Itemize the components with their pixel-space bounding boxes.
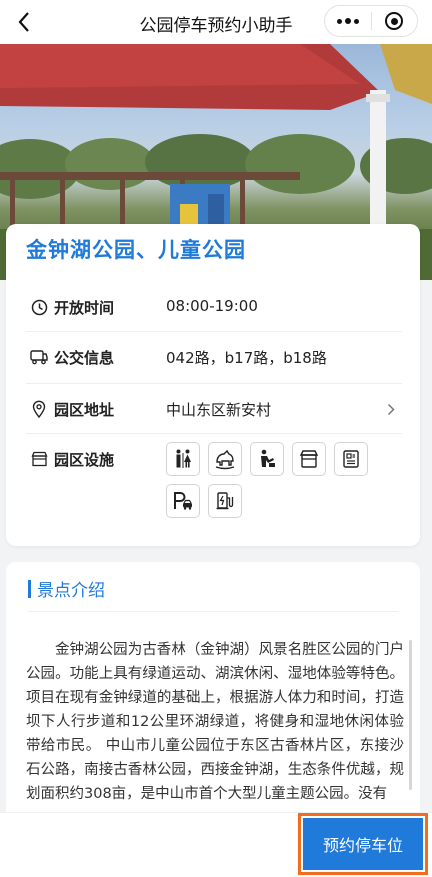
playground-icon bbox=[208, 442, 242, 476]
opening-hours-label: 开放时间 bbox=[54, 299, 115, 317]
park-address-label: 园区地址 bbox=[54, 401, 115, 419]
target-circle-icon bbox=[385, 12, 404, 30]
intro-section-header: 景点介绍 bbox=[28, 576, 105, 601]
bus-icon bbox=[30, 348, 48, 366]
park-address-row[interactable]: 园区地址 中山东区新安村 bbox=[26, 384, 402, 434]
reserve-button-highlight: 预约停车位 bbox=[298, 813, 428, 875]
restroom-icon bbox=[166, 442, 200, 476]
location-pin-icon bbox=[30, 400, 48, 418]
top-nav-bar: 公园停车预约小助手 bbox=[0, 0, 432, 44]
shop-icon bbox=[30, 450, 48, 468]
opening-hours-value: 08:00-19:00 bbox=[166, 297, 258, 315]
baby-care-icon bbox=[250, 442, 284, 476]
park-name-heading: 金钟湖公园、儿童公园 bbox=[26, 238, 246, 262]
facility-icon-grid bbox=[166, 442, 396, 518]
miniprogram-capsule bbox=[324, 5, 418, 37]
bottom-action-bar: 预约停车位 bbox=[0, 812, 432, 877]
parking-icon bbox=[166, 484, 200, 518]
park-info-card: 金钟湖公园、儿童公园 开放时间 08:00-19:00 公交信息 042路，b1… bbox=[6, 224, 420, 546]
opening-hours-row: 开放时间 08:00-19:00 bbox=[26, 282, 402, 332]
accent-bar bbox=[28, 579, 31, 598]
info-board-icon bbox=[334, 442, 368, 476]
divider bbox=[28, 611, 398, 612]
clock-icon bbox=[30, 298, 48, 316]
chevron-right-icon[interactable] bbox=[384, 402, 398, 416]
park-facilities-label: 园区设施 bbox=[54, 451, 115, 469]
transit-info-row: 公交信息 042路，b17路，b18路 bbox=[26, 332, 402, 384]
ev-charging-icon bbox=[208, 484, 242, 518]
store-icon bbox=[292, 442, 326, 476]
transit-info-value: 042路，b17路，b18路 bbox=[166, 349, 327, 367]
close-miniprogram-button[interactable] bbox=[372, 6, 418, 36]
reserve-parking-button[interactable]: 预约停车位 bbox=[303, 818, 423, 870]
park-facilities-row: 园区设施 bbox=[26, 434, 402, 534]
intro-description: 金钟湖公园为古香林（金钟湖）风景名胜区公园的门户公园。功能上具有绿道运动、湖滨休… bbox=[26, 642, 404, 802]
park-address-value: 中山东区新安村 bbox=[166, 401, 272, 419]
intro-scrollbar[interactable] bbox=[409, 640, 412, 790]
more-button[interactable] bbox=[325, 6, 371, 36]
transit-info-label: 公交信息 bbox=[54, 349, 115, 367]
intro-section-title: 景点介绍 bbox=[37, 581, 105, 601]
more-dots-icon bbox=[336, 18, 359, 24]
